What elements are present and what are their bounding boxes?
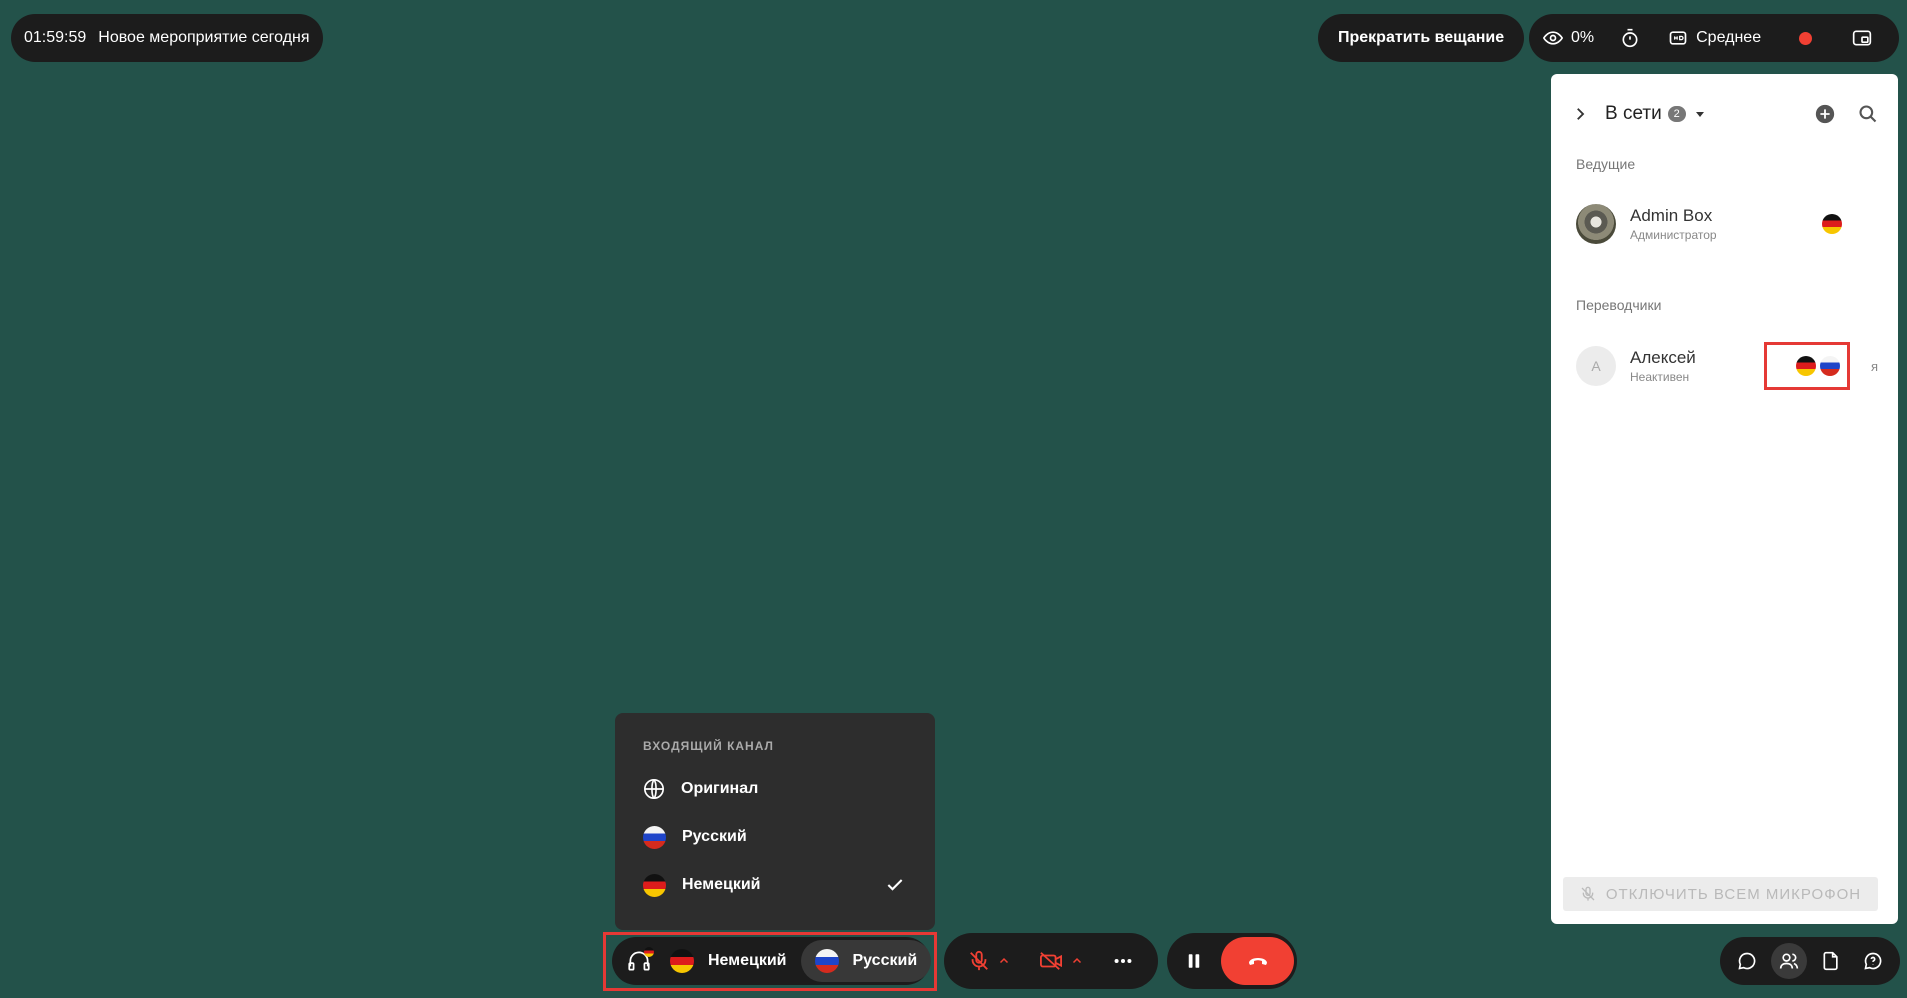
panel-header: В сети 2 bbox=[1571, 94, 1878, 134]
hang-up-icon bbox=[1246, 949, 1270, 973]
microphone-toggle[interactable] bbox=[968, 950, 1010, 972]
avatar bbox=[1576, 204, 1616, 244]
menu-item-german[interactable]: Немецкий bbox=[643, 861, 907, 909]
chevron-right-icon[interactable] bbox=[1571, 105, 1589, 123]
flag-de-icon bbox=[644, 947, 654, 957]
outgoing-language-label: Русский bbox=[852, 952, 918, 969]
record-indicator[interactable] bbox=[1799, 31, 1813, 45]
headphones-icon[interactable] bbox=[626, 947, 654, 974]
menu-item-label: Оригинал bbox=[681, 780, 759, 797]
participant-role: Администратор bbox=[1630, 228, 1717, 242]
translator-languages-highlight bbox=[1764, 342, 1850, 390]
avatar-initial: А bbox=[1576, 346, 1616, 386]
flag-ru-icon bbox=[814, 949, 839, 973]
hosts-label: Ведущие bbox=[1576, 156, 1636, 172]
menu-item-label: Немецкий bbox=[682, 876, 761, 893]
caret-down-icon[interactable] bbox=[1694, 108, 1706, 120]
stop-broadcast-button[interactable]: Прекратить вещание bbox=[1318, 14, 1525, 62]
more-options-icon[interactable] bbox=[1112, 950, 1134, 972]
viewers-percent: 0% bbox=[1571, 29, 1595, 46]
participant-admin-box[interactable]: Admin Box Администратор bbox=[1576, 202, 1878, 246]
chat-button[interactable] bbox=[1729, 943, 1765, 979]
search-icon[interactable] bbox=[1858, 104, 1878, 124]
participants-button[interactable] bbox=[1771, 943, 1807, 979]
online-count-badge: 2 bbox=[1667, 106, 1686, 122]
participant-name: Алексей bbox=[1630, 348, 1696, 367]
me-label: я bbox=[1870, 358, 1878, 374]
call-controls bbox=[1167, 933, 1297, 989]
menu-header: ВХОДЯЩИЙ КАНАЛ bbox=[643, 739, 774, 753]
viewers-stat[interactable]: 0% bbox=[1543, 28, 1594, 48]
media-controls bbox=[944, 933, 1158, 989]
mute-all-button[interactable]: ОТКЛЮЧИТЬ ВСЕМ МИКРОФОН bbox=[1563, 877, 1878, 911]
event-timer: 01:59:59 bbox=[24, 29, 87, 46]
flag-de-icon bbox=[643, 873, 666, 897]
stats-pill: 0% Среднее bbox=[1529, 14, 1899, 62]
chevron-up-icon[interactable] bbox=[1071, 955, 1083, 967]
participants-panel: В сети 2 Ведущие Admin Box Администратор… bbox=[1551, 74, 1898, 924]
chat-icon bbox=[1737, 951, 1757, 971]
stopwatch-icon[interactable] bbox=[1620, 28, 1640, 48]
checkmark-icon bbox=[885, 875, 905, 895]
flag-de-icon bbox=[1822, 214, 1842, 234]
picture-in-picture-icon[interactable] bbox=[1852, 28, 1872, 48]
panel-title[interactable]: В сети bbox=[1605, 103, 1662, 125]
camera-off-icon bbox=[1039, 950, 1063, 972]
flag-ru-icon bbox=[643, 825, 666, 849]
add-participant-icon[interactable] bbox=[1814, 103, 1836, 125]
language-bar: Немецкий Русский bbox=[612, 937, 932, 985]
event-info-pill: 01:59:59 Новое мероприятие сегодня bbox=[11, 14, 323, 62]
chevron-up-icon[interactable] bbox=[998, 955, 1010, 967]
users-icon bbox=[1779, 951, 1799, 971]
files-button[interactable] bbox=[1813, 943, 1849, 979]
mic-off-icon bbox=[968, 950, 990, 972]
quality-label: Среднее bbox=[1696, 29, 1762, 46]
mic-off-icon bbox=[1580, 886, 1596, 902]
help-button[interactable] bbox=[1855, 943, 1891, 979]
flag-de-icon bbox=[670, 949, 694, 973]
pause-icon[interactable] bbox=[1185, 952, 1203, 970]
incoming-language-label: Немецкий bbox=[708, 952, 787, 969]
menu-item-label: Русский bbox=[682, 828, 747, 845]
menu-item-original[interactable]: Оригинал bbox=[643, 765, 907, 813]
eye-icon bbox=[1543, 28, 1563, 48]
translators-label: Переводчики bbox=[1576, 297, 1662, 313]
hd-icon bbox=[1668, 28, 1688, 48]
mute-all-label: ОТКЛЮЧИТЬ ВСЕМ МИКРОФОН bbox=[1605, 885, 1862, 903]
incoming-channel-menu: ВХОДЯЩИЙ КАНАЛ Оригинал Русский Немецкий bbox=[615, 713, 935, 930]
incoming-language-button[interactable]: Немецкий bbox=[656, 940, 801, 982]
participant-name: Admin Box bbox=[1630, 206, 1713, 225]
document-icon bbox=[1821, 951, 1841, 971]
camera-toggle[interactable] bbox=[1039, 950, 1083, 972]
globe-icon bbox=[643, 778, 665, 800]
tools-bar bbox=[1720, 937, 1900, 985]
event-title: Новое мероприятие сегодня bbox=[98, 29, 310, 46]
quality-selector[interactable]: Среднее bbox=[1668, 28, 1761, 48]
help-icon bbox=[1863, 951, 1883, 971]
outgoing-language-button[interactable]: Русский bbox=[800, 940, 932, 982]
participant-status: Неактивен bbox=[1630, 370, 1690, 384]
menu-item-russian[interactable]: Русский bbox=[643, 813, 907, 861]
end-call-button[interactable] bbox=[1221, 937, 1294, 985]
